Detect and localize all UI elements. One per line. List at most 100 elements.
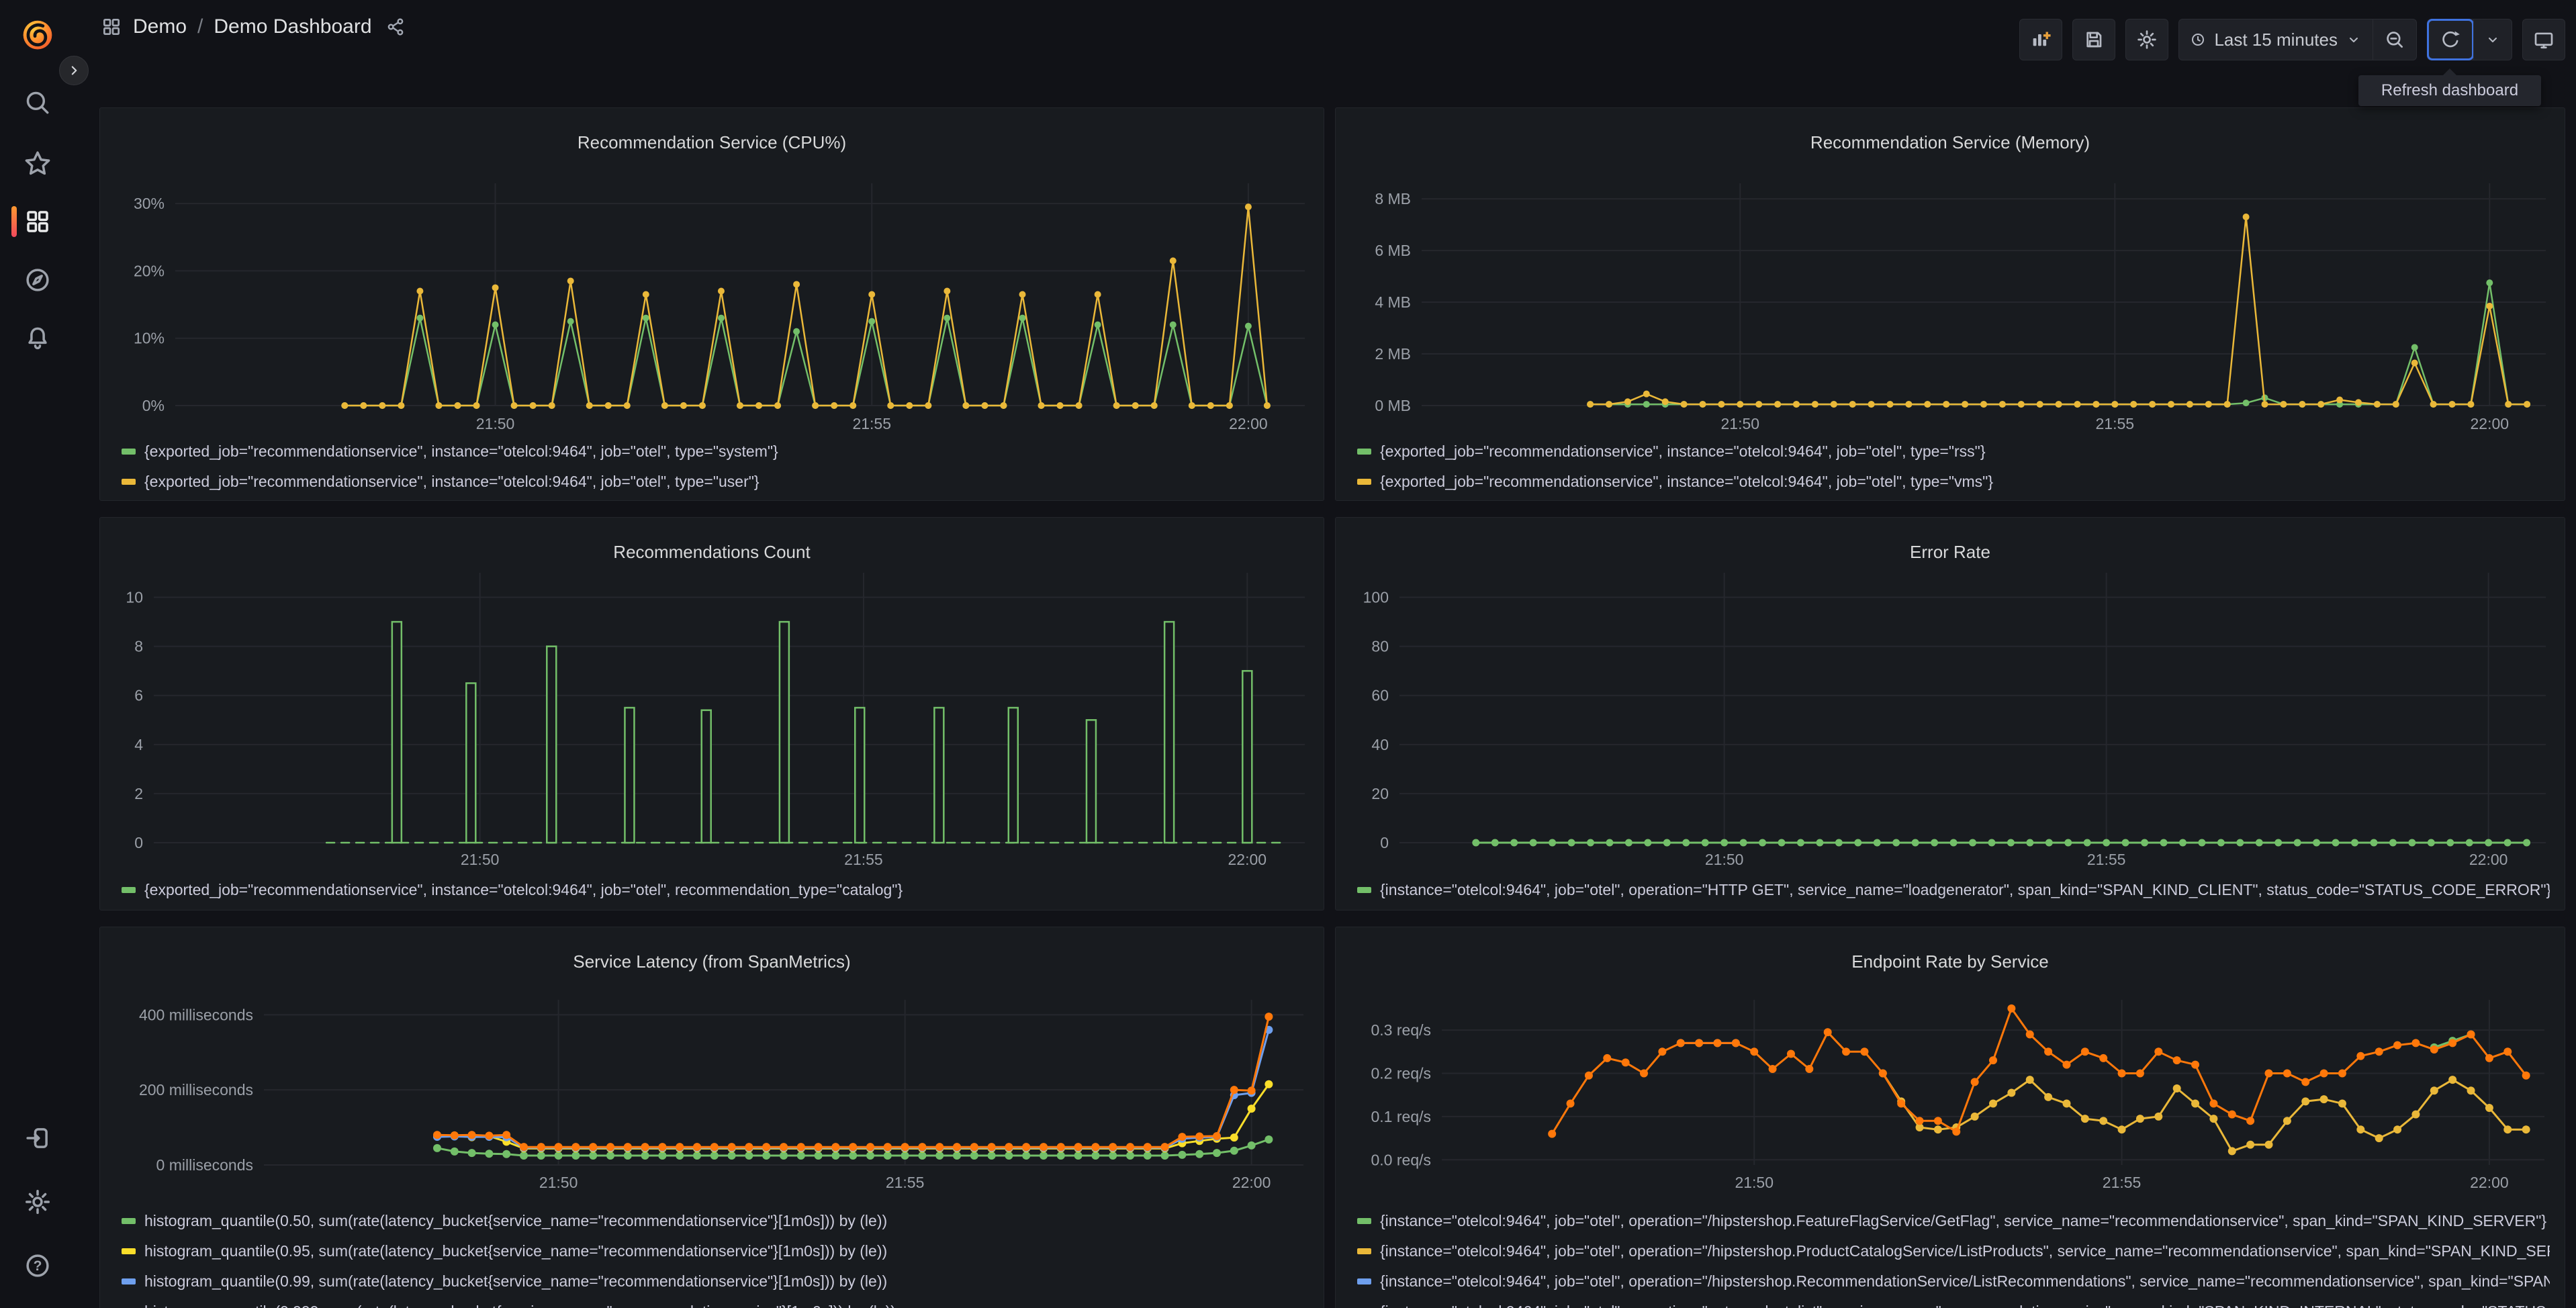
svg-text:8 MB: 8 MB bbox=[1375, 190, 1411, 207]
sidebar-item-starred[interactable] bbox=[0, 139, 75, 187]
legend-item[interactable]: histogram_quantile(0.999, sum(rate(laten… bbox=[122, 1303, 1309, 1308]
series-color-swatch bbox=[122, 448, 136, 455]
legend-item[interactable]: {instance="otelcol:9464", job="otel", op… bbox=[1357, 1242, 2550, 1260]
series-color-swatch bbox=[122, 886, 136, 893]
refresh-tooltip: Refresh dashboard bbox=[2358, 68, 2541, 106]
svg-text:22:00: 22:00 bbox=[1228, 851, 1267, 868]
panel-recommendation-memory: Recommendation Service (Memory) 21:50 21:… bbox=[1335, 107, 2565, 501]
svg-text:4: 4 bbox=[134, 736, 143, 753]
panel-title[interactable]: Recommendation Service (Memory) bbox=[1336, 132, 2565, 153]
dashboard-settings-button[interactable] bbox=[2125, 19, 2169, 60]
sidebar-item-help[interactable]: ? bbox=[0, 1242, 75, 1290]
legend-item[interactable]: {instance="otelcol:9464", job="otel", op… bbox=[1357, 1212, 2550, 1229]
panel-service-latency: Service Latency (from SpanMetrics) 21:50… bbox=[99, 927, 1324, 1308]
svg-text:100: 100 bbox=[1363, 589, 1389, 606]
panel-legend: {exported_job="recommendationservice", i… bbox=[122, 881, 1309, 910]
time-range-picker[interactable]: Last 15 minutes bbox=[2179, 19, 2373, 60]
recommendations-count-chart: 21:50 21:55 22:00 0 2 4 6 8 10 bbox=[126, 573, 1305, 868]
refresh-dashboard-button[interactable] bbox=[2427, 19, 2474, 60]
svg-text:0 milliseconds: 0 milliseconds bbox=[156, 1156, 253, 1174]
series-color-swatch bbox=[122, 1278, 136, 1284]
memory-chart: 21:50 21:55 22:00 0 MB 2 MB 4 MB 6 MB 8 MB bbox=[1375, 183, 2546, 432]
panel-legend: {instance="otelcol:9464", job="otel", op… bbox=[1357, 1212, 2550, 1308]
legend-item[interactable]: {instance="otelcol:9464", job="otel", op… bbox=[1357, 1272, 2550, 1290]
dashboard-toolbar: Last 15 minutes bbox=[2019, 19, 2565, 60]
sidebar-item-sign-in[interactable] bbox=[0, 1114, 75, 1162]
sidebar-item-settings[interactable] bbox=[0, 1178, 75, 1226]
share-icon bbox=[387, 18, 403, 36]
legend-item[interactable]: histogram_quantile(0.95, sum(rate(latenc… bbox=[122, 1242, 1309, 1260]
add-panel-icon bbox=[2033, 32, 2051, 46]
legend-item[interactable]: {instance="otelcol:9464", job="otel", op… bbox=[1357, 881, 2550, 898]
svg-text:21:55: 21:55 bbox=[2087, 851, 2126, 868]
svg-text:2 MB: 2 MB bbox=[1375, 345, 1411, 363]
svg-text:21:50: 21:50 bbox=[1705, 851, 1744, 868]
add-panel-button[interactable] bbox=[2019, 19, 2063, 60]
panel-title[interactable]: Recommendations Count bbox=[100, 542, 1324, 563]
panel-error-rate: Error Rate 21:50 21:55 22:00 0 20 40 60 80 100 {… bbox=[1335, 517, 2565, 910]
svg-text:22:00: 22:00 bbox=[2470, 1174, 2509, 1191]
zoom-out-button[interactable] bbox=[2373, 19, 2416, 60]
legend-item[interactable]: {exported_job="recommendationservice", i… bbox=[122, 881, 1309, 898]
alerting-bell-icon bbox=[28, 327, 47, 350]
sidebar-item-explore[interactable] bbox=[0, 256, 75, 304]
chevron-down-icon bbox=[2350, 38, 2358, 42]
sidebar-item-alerting[interactable] bbox=[0, 314, 75, 362]
star-icon bbox=[25, 151, 50, 175]
active-indicator bbox=[11, 206, 17, 237]
legend-item[interactable]: histogram_quantile(0.99, sum(rate(latenc… bbox=[122, 1272, 1309, 1290]
refresh-icon bbox=[2442, 31, 2460, 48]
svg-text:6: 6 bbox=[134, 687, 143, 704]
breadcrumb: Demo / Demo Dashboard bbox=[101, 0, 406, 54]
refresh-controls bbox=[2427, 19, 2512, 60]
tv-kiosk-button[interactable] bbox=[2522, 19, 2565, 60]
panel-legend: histogram_quantile(0.50, sum(rate(latenc… bbox=[122, 1212, 1309, 1308]
panel-legend: {instance="otelcol:9464", job="otel", op… bbox=[1357, 881, 2550, 910]
svg-text:22:00: 22:00 bbox=[2469, 851, 2508, 868]
svg-text:0.2 req/s: 0.2 req/s bbox=[1371, 1064, 1432, 1082]
tv-kiosk-icon bbox=[2534, 32, 2553, 49]
share-dashboard-button[interactable] bbox=[385, 17, 406, 37]
panel-title[interactable]: Service Latency (from SpanMetrics) bbox=[100, 951, 1324, 972]
panel-title[interactable]: Error Rate bbox=[1336, 542, 2565, 563]
series-color-swatch bbox=[1357, 1248, 1371, 1254]
legend-item[interactable]: {exported_job="recommendationservice", i… bbox=[122, 473, 1309, 490]
dashboard-settings-icon bbox=[2137, 30, 2157, 49]
series-color-swatch bbox=[1357, 1217, 1371, 1224]
svg-text:21:50: 21:50 bbox=[1721, 415, 1760, 432]
panel-legend: {exported_job="recommendationservice", i… bbox=[122, 442, 1309, 500]
svg-text:10: 10 bbox=[126, 589, 143, 606]
settings-gear-icon bbox=[25, 1189, 50, 1215]
svg-text:40: 40 bbox=[1371, 736, 1389, 753]
series-color-swatch bbox=[122, 478, 136, 485]
svg-text:10%: 10% bbox=[134, 330, 165, 347]
legend-item[interactable]: {exported_job="recommendationservice", i… bbox=[1357, 442, 2550, 460]
svg-text:0.3 req/s: 0.3 req/s bbox=[1371, 1021, 1432, 1039]
svg-text:22:00: 22:00 bbox=[2471, 415, 2510, 432]
svg-text:22:00: 22:00 bbox=[1232, 1174, 1271, 1191]
breadcrumb-section[interactable]: Demo bbox=[133, 15, 187, 38]
sidebar-item-search[interactable] bbox=[0, 79, 75, 127]
svg-text:20: 20 bbox=[1371, 785, 1389, 802]
zoom-out-icon bbox=[2387, 32, 2403, 48]
save-dashboard-button[interactable] bbox=[2072, 19, 2116, 60]
panel-title[interactable]: Recommendation Service (CPU%) bbox=[100, 132, 1324, 153]
legend-item[interactable]: {exported_job="recommendationservice", i… bbox=[122, 442, 1309, 460]
refresh-interval-dropdown[interactable] bbox=[2473, 19, 2512, 60]
sidebar-item-dashboards[interactable] bbox=[0, 197, 75, 246]
grafana-logo[interactable] bbox=[19, 16, 56, 52]
svg-text:0: 0 bbox=[1380, 834, 1389, 851]
panel-title[interactable]: Endpoint Rate by Service bbox=[1336, 951, 2565, 972]
dashboards-grid-icon bbox=[101, 16, 122, 38]
top-nav: Demo / Demo Dashboard Last 15 minutes bbox=[0, 0, 2576, 60]
breadcrumb-page-title: Demo Dashboard bbox=[214, 15, 372, 38]
svg-text:0: 0 bbox=[134, 834, 143, 851]
series-color-swatch bbox=[1357, 478, 1371, 485]
svg-text:21:55: 21:55 bbox=[2103, 1174, 2142, 1191]
legend-item[interactable]: {instance="otelcol:9464", job="otel", op… bbox=[1357, 1303, 2550, 1308]
svg-text:21:50: 21:50 bbox=[1735, 1174, 1774, 1191]
panel-legend: {exported_job="recommendationservice", i… bbox=[1357, 442, 2550, 500]
sidebar-expand-button[interactable] bbox=[59, 56, 89, 85]
legend-item[interactable]: histogram_quantile(0.50, sum(rate(latenc… bbox=[122, 1212, 1309, 1229]
legend-item[interactable]: {exported_job="recommendationservice", i… bbox=[1357, 473, 2550, 490]
